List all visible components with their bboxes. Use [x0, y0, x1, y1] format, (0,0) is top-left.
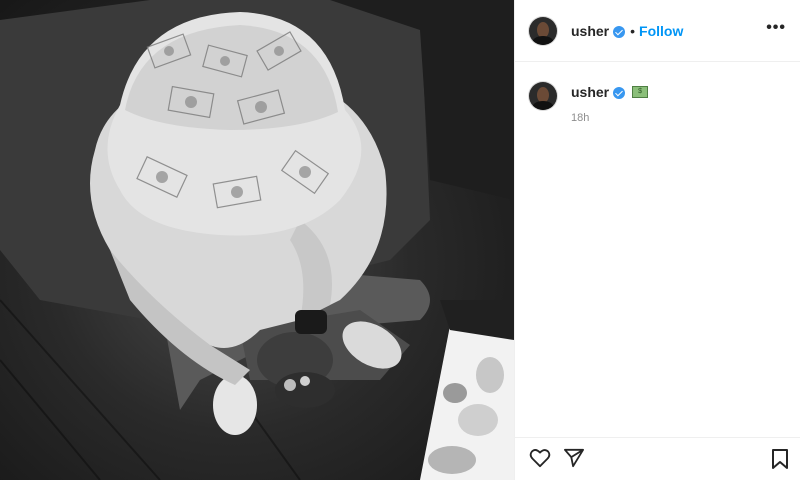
avatar-shirt: [532, 35, 554, 45]
caption: usher $ 18h: [529, 82, 649, 124]
money-emoji-icon: $: [632, 86, 649, 98]
avatar-shirt: [532, 101, 554, 110]
paper-plane-icon[interactable]: [563, 448, 585, 473]
caption-line: usher $: [571, 84, 649, 100]
separator-dot: •: [630, 22, 636, 39]
heart-icon[interactable]: [529, 448, 551, 473]
post-viewer: usher • Follow ••• usher $ 18h: [0, 0, 800, 480]
post-photo[interactable]: [0, 0, 514, 480]
caption-avatar[interactable]: [529, 82, 557, 110]
action-bar: [515, 437, 800, 480]
avatar[interactable]: [529, 16, 557, 45]
caption-meta: usher $ 18h: [571, 82, 649, 124]
post-side-panel: usher • Follow ••• usher $ 18h: [514, 0, 800, 480]
verified-badge-icon: [613, 87, 626, 99]
post-header: usher • Follow •••: [515, 0, 800, 62]
verified-badge-icon: [613, 25, 626, 38]
photo-illustration: [0, 0, 514, 480]
post-timestamp[interactable]: 18h: [571, 112, 648, 124]
username-link[interactable]: usher: [571, 23, 609, 39]
caption-username[interactable]: usher: [571, 84, 609, 100]
more-options-icon[interactable]: •••: [766, 19, 786, 37]
bookmark-icon[interactable]: [771, 448, 789, 475]
follow-button[interactable]: Follow: [639, 23, 683, 39]
